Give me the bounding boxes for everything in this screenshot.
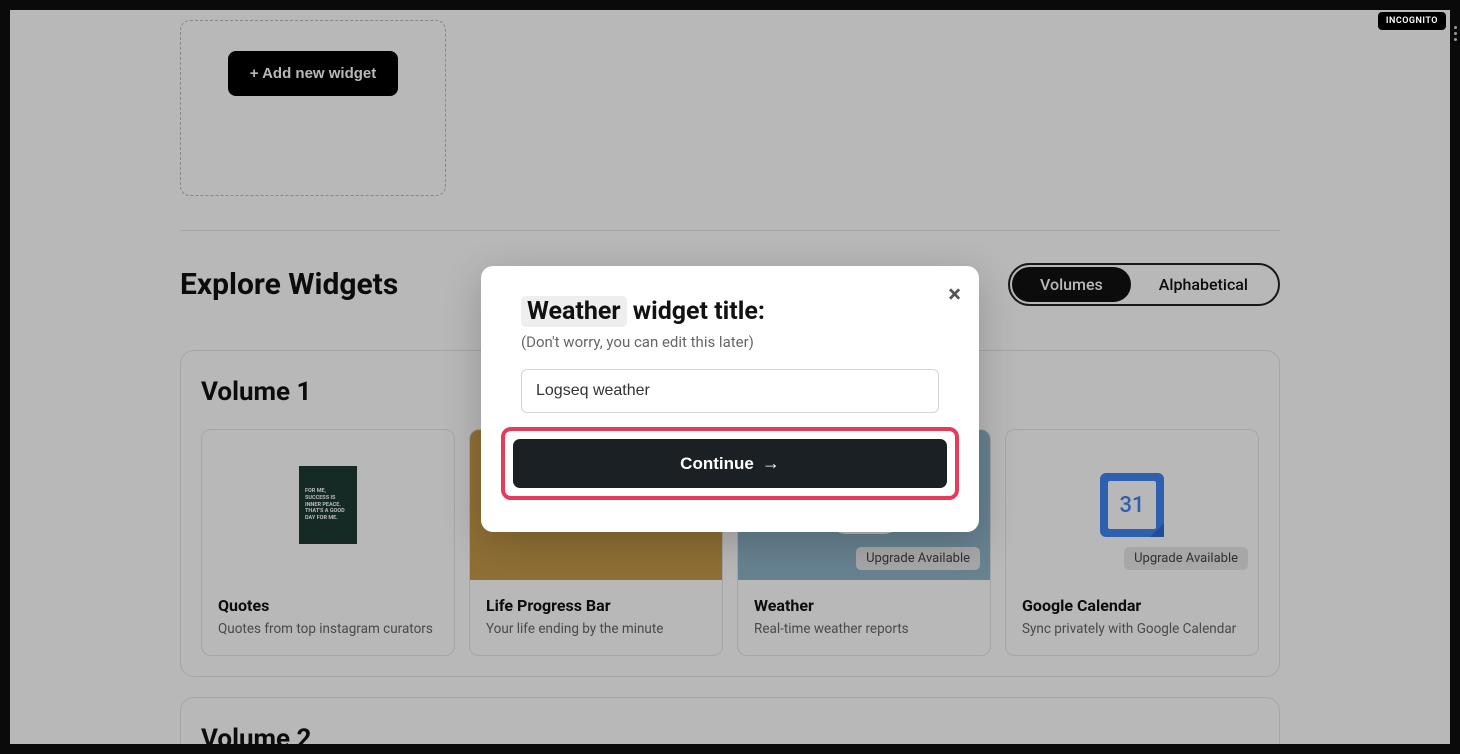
continue-label: Continue [680, 454, 754, 474]
incognito-badge: INCOGNITO [1378, 12, 1446, 30]
widget-name-highlight: Weather [521, 296, 627, 327]
more-menu-icon[interactable] [1454, 26, 1457, 41]
widget-title-modal: × Weather widget title: (Don't worry, yo… [481, 266, 979, 532]
widget-title-input[interactable] [521, 369, 939, 413]
continue-highlight: Continue → [501, 427, 959, 500]
modal-title: Weather widget title: [521, 296, 939, 327]
continue-button[interactable]: Continue → [513, 439, 947, 488]
modal-title-suffix: widget title: [627, 297, 765, 326]
close-icon[interactable]: × [948, 282, 961, 306]
arrow-right-icon: → [762, 453, 780, 474]
modal-subtitle: (Don't worry, you can edit this later) [521, 333, 939, 351]
